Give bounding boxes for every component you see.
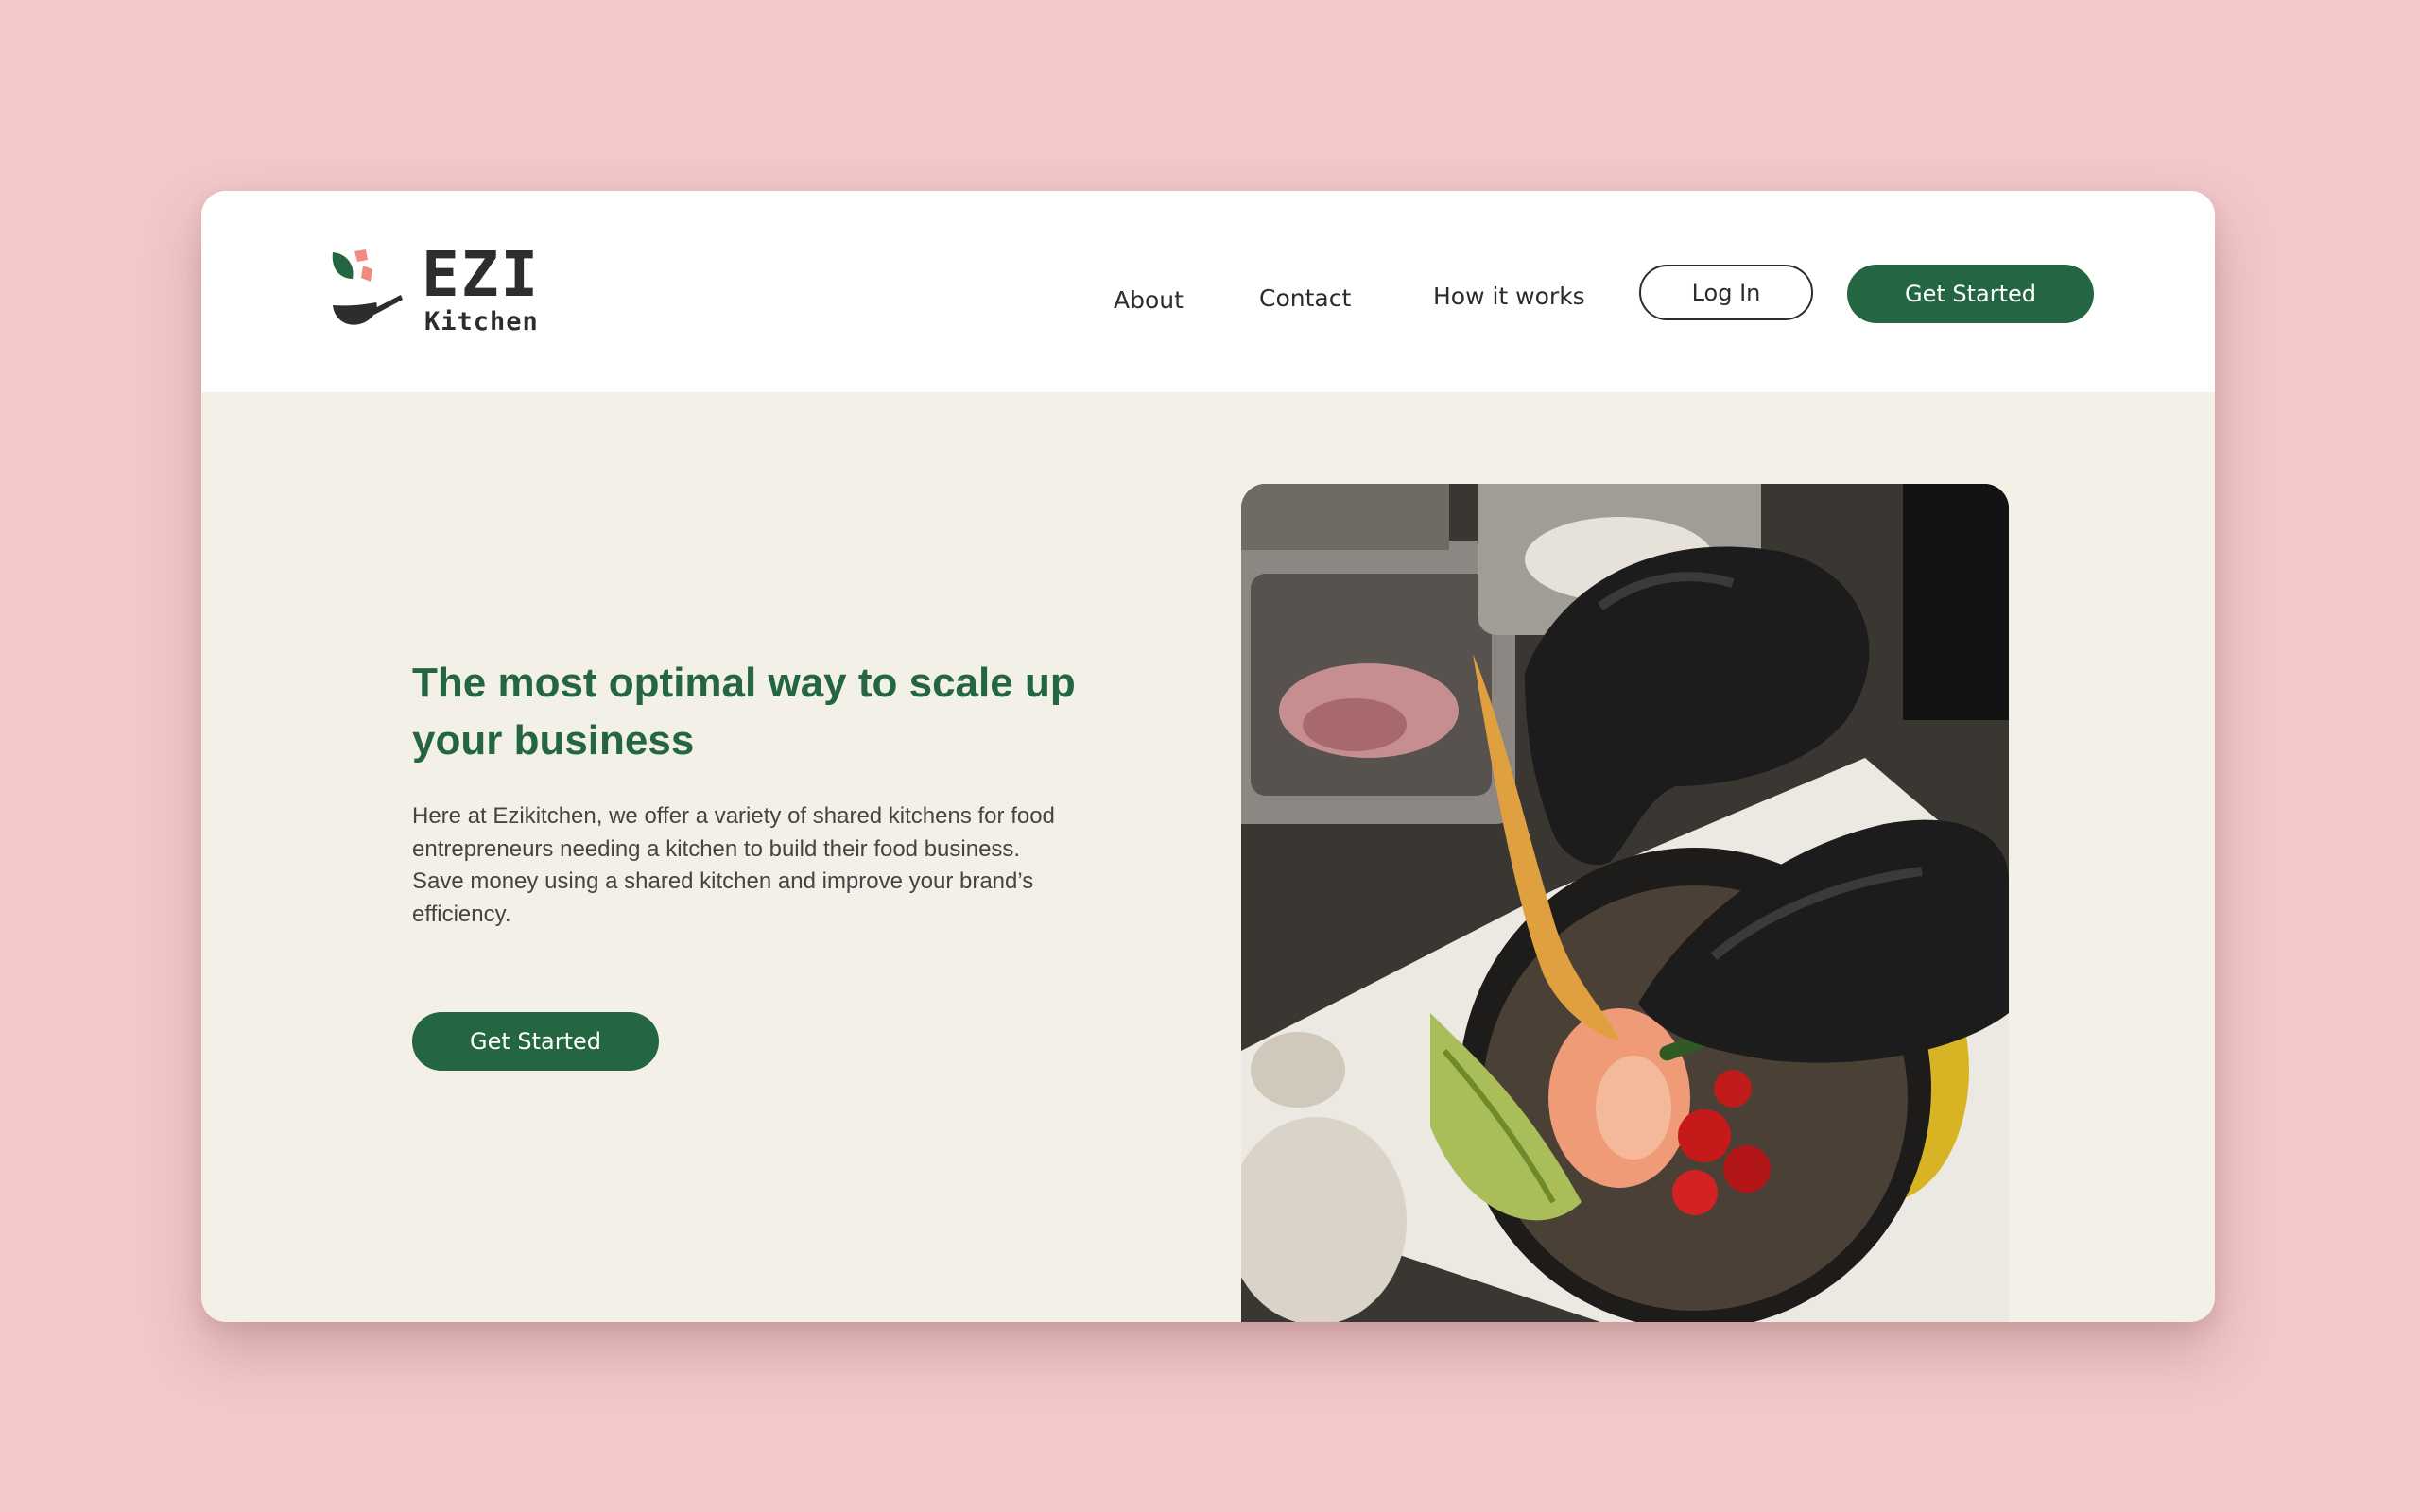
brand-logo[interactable]: EZI Kitchen — [327, 244, 554, 342]
hero-description: Here at Ezikitchen, we offer a variety o… — [412, 803, 1055, 927]
nav-link-how-it-works[interactable]: How it works — [1433, 284, 1585, 308]
header-get-started-button[interactable]: Get Started — [1847, 265, 2094, 323]
login-button[interactable]: Log In — [1639, 265, 1813, 320]
hero-title: The most optimal way to scale up your bu… — [412, 660, 1076, 764]
nav-link-contact[interactable]: Contact — [1259, 286, 1351, 310]
site-header: EZI Kitchen About Contact How it works L… — [201, 191, 2215, 392]
wok-icon — [332, 249, 403, 325]
hero-food-photo — [1241, 484, 2009, 1322]
nav-link-about[interactable]: About — [1114, 288, 1184, 312]
brand-name: EZI — [422, 238, 541, 311]
landing-page-card: EZI Kitchen About Contact How it works L… — [201, 191, 2215, 1322]
food-bowl-illustration — [1241, 484, 2009, 1322]
hero-get-started-button[interactable]: Get Started — [412, 1012, 659, 1071]
brand-subtitle: Kitchen — [424, 307, 539, 336]
